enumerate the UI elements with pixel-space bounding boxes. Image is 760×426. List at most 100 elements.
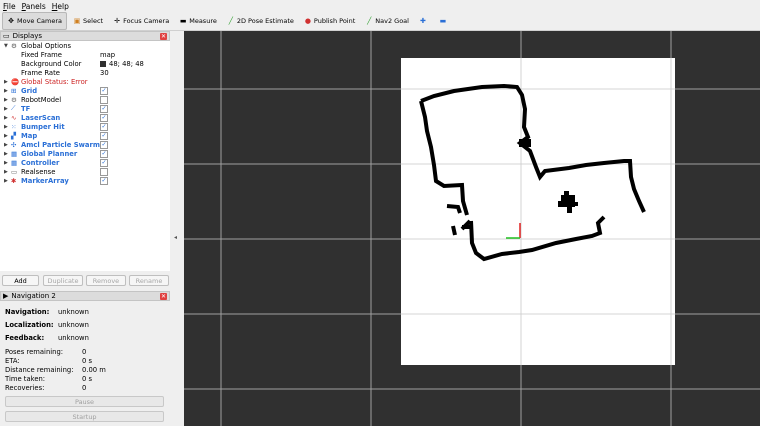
add-tool-button[interactable]: ✚ [415,13,433,29]
robot-model-icon: ⚙ [11,95,17,104]
focus-camera-icon: ✛ [114,17,121,25]
tree-row-realsense[interactable]: ▶ ▭ Realsense [0,167,170,176]
occupancy-map [401,58,675,365]
expand-right-icon[interactable]: ▶ [4,151,8,157]
pose-estimate-button[interactable]: ╱ 2D Pose Estimate [223,13,298,29]
laserscan-checkbox[interactable]: ✓ [100,114,108,122]
tf-icon: ⟋ [11,104,16,112]
bumper-hit-icon: ⁙ [11,122,17,131]
move-camera-icon: ✥ [8,17,14,25]
tree-row-robotmodel[interactable]: ▶ ⚙ RobotModel [0,95,170,104]
expand-down-icon[interactable]: ▼ [4,43,8,49]
navigation-status-row: Navigation: unknown [5,308,89,316]
distance-remaining-row: Distance remaining: 0.00 m [5,366,106,374]
robotmodel-checkbox[interactable] [100,96,108,104]
controller-icon: ▦ [11,158,18,167]
navigation-icon: ▶ [3,292,9,300]
navigation-panel-title: ▶ Navigation 2 ✕ [0,291,170,301]
tree-row-grid[interactable]: ▶ ⊞ Grid ✓ [0,86,170,95]
displays-panel-title: ▭ Displays ✕ [0,31,170,41]
tree-row-fixed-frame[interactable]: Fixed Frame map [0,50,170,59]
background-color-value[interactable]: 48; 48; 48 [100,60,144,68]
expand-right-icon[interactable]: ▶ [4,133,8,139]
expand-right-icon[interactable]: ▶ [4,160,8,166]
tree-row-markerarray[interactable]: ▶ ✱ MarkerArray ✓ [0,176,170,185]
select-button[interactable]: ▣ Select [69,13,107,29]
menu-bar: File Panels Help [0,0,760,12]
bumper-hit-checkbox[interactable]: ✓ [100,123,108,131]
expand-right-icon[interactable]: ▶ [4,115,8,121]
expand-right-icon[interactable]: ▶ [4,169,8,175]
duplicate-button[interactable]: Duplicate [43,275,83,286]
add-button[interactable]: Add [2,275,39,286]
tree-row-bumper-hit[interactable]: ▶ ⁙ Bumper Hit ✓ [0,122,170,131]
remove-button[interactable]: Remove [86,275,126,286]
tree-row-controller[interactable]: ▶ ▦ Controller ✓ [0,158,170,167]
panel-splitter[interactable]: ◂ [171,31,184,426]
color-swatch [100,60,106,67]
rename-button[interactable]: Rename [129,275,169,286]
pose-estimate-icon: ╱ [228,17,233,25]
recoveries-row: Recoveries: 0 [5,384,87,392]
tree-row-background-color[interactable]: Background Color 48; 48; 48 [0,59,170,68]
map-checkbox[interactable]: ✓ [100,132,108,140]
measure-button[interactable]: ▬ Measure [175,13,221,29]
amcl-particle-swarm-checkbox[interactable]: ✓ [100,141,108,149]
tf-checkbox[interactable]: ✓ [100,105,108,113]
publish-point-button[interactable]: ● Publish Point [300,13,359,29]
displays-button-row: Add Duplicate Remove Rename [0,275,170,287]
publish-point-icon: ● [304,17,311,25]
pause-button[interactable]: Pause [5,396,164,407]
global-planner-checkbox[interactable]: ✓ [100,150,108,158]
realsense-checkbox[interactable] [100,168,108,176]
displays-tree: ▼ ⚙ Global Options Fixed Frame map Backg… [0,41,170,271]
collapse-arrow-icon[interactable]: ◂ [174,234,177,241]
feedback-status-row: Feedback: unknown [5,334,89,342]
move-camera-button[interactable]: ✥ Move Camera [2,12,68,30]
tree-row-laserscan[interactable]: ▶ ∿ LaserScan ✓ [0,113,170,122]
expand-right-icon[interactable]: ▶ [4,106,8,112]
grid-icon: ⊞ [11,86,17,95]
localization-status-row: Localization: unknown [5,321,89,329]
global-planner-icon: ▦ [11,149,18,158]
minus-icon: ▬ [439,17,447,25]
tree-row-tf[interactable]: ▶ ⟋ TF ✓ [0,104,170,113]
expand-right-icon[interactable]: ▶ [4,124,8,130]
realsense-icon: ▭ [11,167,18,176]
particle-swarm-icon: ✣ [11,140,17,149]
close-icon[interactable]: ✕ [160,293,167,300]
remove-tool-button[interactable]: ▬ [435,13,453,29]
monitor-icon: ▭ [3,32,10,40]
grid-checkbox[interactable]: ✓ [100,87,108,95]
tree-row-frame-rate[interactable]: Frame Rate 30 [0,68,170,77]
controller-checkbox[interactable]: ✓ [100,159,108,167]
expand-right-icon[interactable]: ▶ [4,142,8,148]
expand-right-icon[interactable]: ▶ [4,97,8,103]
close-icon[interactable]: ✕ [160,33,167,40]
expand-right-icon[interactable]: ▶ [4,178,8,184]
measure-icon: ▬ [179,17,187,25]
poses-remaining-row: Poses remaining: 0 [5,348,87,356]
tree-row-map[interactable]: ▶ ▞ Map ✓ [0,131,170,140]
tree-row-global-status[interactable]: ▶ ⛔ Global Status: Error [0,77,170,86]
nav2-goal-button[interactable]: ╱ Nav2 Goal [361,13,413,29]
render-viewport[interactable] [184,31,760,426]
expand-right-icon[interactable]: ▶ [4,79,8,85]
startup-button[interactable]: Startup [5,411,164,422]
markerarray-checkbox[interactable]: ✓ [100,177,108,185]
menu-panels[interactable]: Panels [19,2,49,11]
menu-help[interactable]: Help [49,2,72,11]
viewport-canvas [184,31,760,426]
gear-icon: ⚙ [11,41,17,50]
tree-row-global-planner[interactable]: ▶ ▦ Global Planner ✓ [0,149,170,158]
error-icon: ⛔ [11,77,20,86]
menu-file[interactable]: File [0,2,19,11]
focus-camera-button[interactable]: ✛ Focus Camera [109,13,173,29]
tree-row-amcl-particle-swarm[interactable]: ▶ ✣ Amcl Particle Swarm ✓ [0,140,170,149]
tree-row-global-options[interactable]: ▼ ⚙ Global Options [0,41,170,50]
plus-icon: ✚ [420,17,426,25]
time-taken-row: Time taken: 0 s [5,375,93,383]
toolbar: ✥ Move Camera ▣ Select ✛ Focus Camera ▬ Meas… [0,12,760,31]
eta-row: ETA: 0 s [5,357,93,365]
expand-right-icon[interactable]: ▶ [4,88,8,94]
